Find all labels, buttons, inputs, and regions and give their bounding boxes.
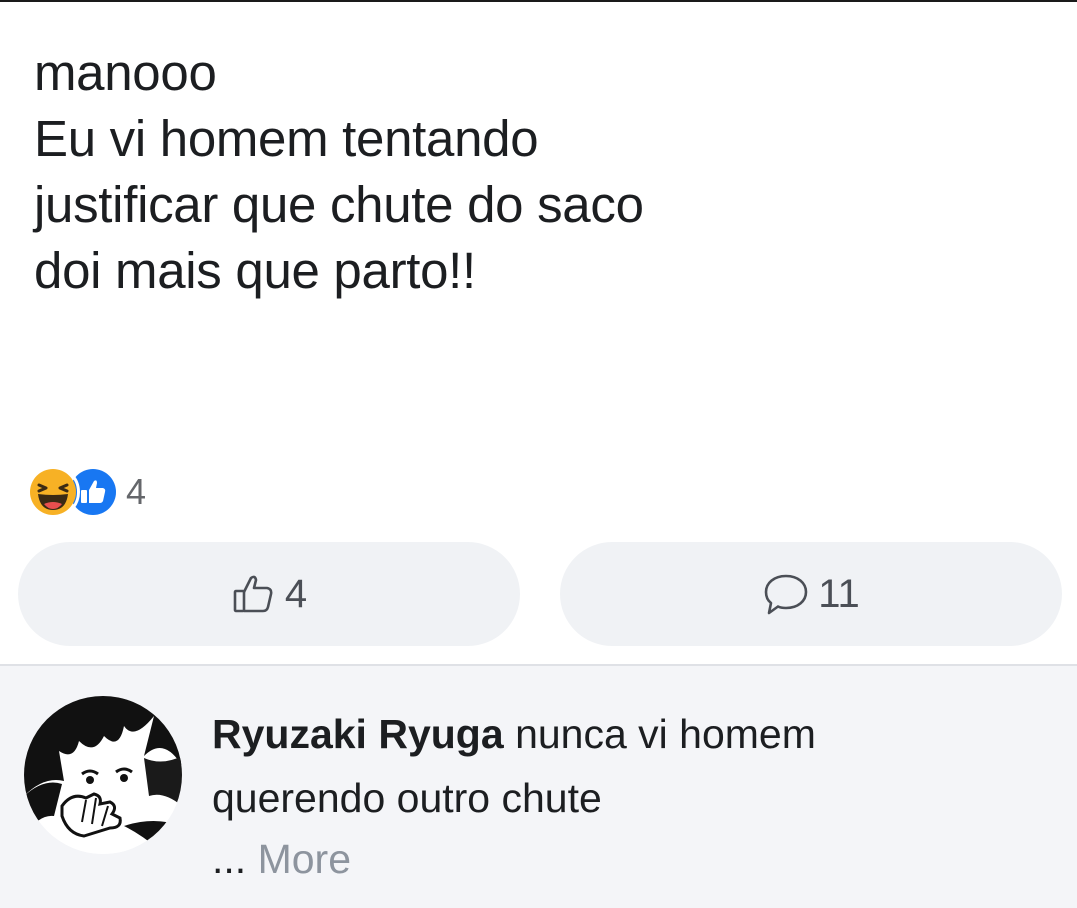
more-link[interactable]: More xyxy=(258,836,351,882)
comment-text-line1: nunca vi homem xyxy=(515,711,816,757)
comment-count: 11 xyxy=(818,571,860,616)
reaction-count: 4 xyxy=(126,471,147,512)
ellipsis: ... xyxy=(212,836,247,882)
post-line: manooo xyxy=(34,44,217,101)
comment-text-line2: querendo outro chute xyxy=(212,775,602,821)
post-body: manooo Eu vi homem tentando justificar q… xyxy=(34,40,1034,304)
haha-icon xyxy=(26,465,80,519)
avatar[interactable] xyxy=(24,696,182,854)
comment-author[interactable]: Ryuzaki Ryuga xyxy=(212,711,504,757)
top-divider xyxy=(0,0,1077,2)
post-line: Eu vi homem tentando xyxy=(34,110,539,167)
comment-section: Ryuzaki Ryuga nunca vi homem querendo ou… xyxy=(0,664,1077,908)
thumbs-up-icon xyxy=(233,575,273,613)
comment-button[interactable]: 11 xyxy=(560,542,1062,646)
comment-bubble-icon xyxy=(764,574,808,615)
post-line: doi mais que parto!! xyxy=(34,242,476,299)
like-count: 4 xyxy=(284,571,308,616)
like-button[interactable]: 4 xyxy=(18,542,520,646)
post-line: justificar que chute do saco xyxy=(34,176,644,233)
reaction-summary[interactable]: 4 xyxy=(26,464,146,520)
comment-body: Ryuzaki Ryuga nunca vi homem querendo ou… xyxy=(212,702,1032,830)
more-line: ... More xyxy=(212,836,351,883)
